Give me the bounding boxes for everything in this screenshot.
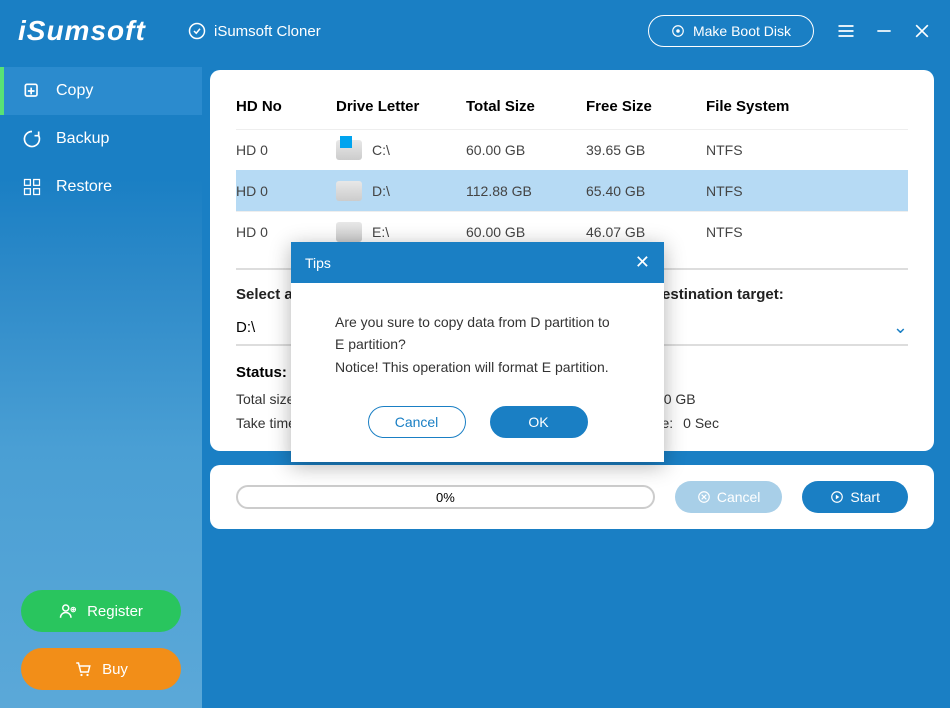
menu-icon[interactable] bbox=[836, 21, 856, 41]
remaining-value: 0 Sec bbox=[683, 415, 719, 431]
table-row[interactable]: HD 0D:\112.88 GB65.40 GBNTFS bbox=[236, 170, 908, 211]
register-label: Register bbox=[87, 603, 143, 620]
cancel-x-icon bbox=[697, 490, 711, 504]
cancel-label: Cancel bbox=[717, 489, 761, 505]
total-size-label: Total size: bbox=[236, 391, 298, 407]
sidebar-label: Restore bbox=[56, 178, 112, 196]
cell-drive: D:\ bbox=[336, 181, 466, 201]
start-label: Start bbox=[850, 489, 880, 505]
cell-hd: HD 0 bbox=[236, 183, 336, 199]
dialog-cancel-button[interactable]: Cancel bbox=[368, 406, 466, 438]
dialog-ok-button[interactable]: OK bbox=[490, 406, 588, 438]
cell-free: 65.40 GB bbox=[586, 183, 706, 199]
source-value: D:\ bbox=[236, 319, 255, 336]
col-hd: HD No bbox=[236, 98, 336, 115]
buy-label: Buy bbox=[102, 661, 128, 678]
col-fs: File System bbox=[706, 98, 806, 115]
cart-icon bbox=[74, 660, 92, 678]
cell-total: 112.88 GB bbox=[466, 183, 586, 199]
dialog-body: Are you sure to copy data from D partiti… bbox=[291, 283, 664, 396]
buy-button[interactable]: Buy bbox=[21, 648, 181, 690]
dialog-title: Tips bbox=[305, 255, 331, 271]
cell-total: 60.00 GB bbox=[466, 142, 586, 158]
dialog-close-icon[interactable]: ✕ bbox=[635, 252, 650, 273]
close-icon[interactable] bbox=[912, 21, 932, 41]
cell-free: 46.07 GB bbox=[586, 224, 706, 240]
play-icon bbox=[830, 490, 844, 504]
minimize-icon[interactable] bbox=[874, 21, 894, 41]
dialog-message-1: Are you sure to copy data from D partiti… bbox=[335, 311, 620, 356]
cell-drive: E:\ bbox=[336, 222, 466, 242]
cell-total: 60.00 GB bbox=[466, 224, 586, 240]
cell-fs: NTFS bbox=[706, 224, 806, 240]
footer-panel: 0% Cancel Start bbox=[210, 465, 934, 529]
dialog-header: Tips ✕ bbox=[291, 242, 664, 283]
cancel-button[interactable]: Cancel bbox=[675, 481, 783, 513]
sidebar-item-backup[interactable]: Backup bbox=[0, 115, 202, 163]
col-total: Total Size bbox=[466, 98, 586, 115]
disc-icon bbox=[671, 24, 685, 38]
boot-label: Make Boot Disk bbox=[693, 23, 791, 39]
backup-icon bbox=[22, 129, 42, 149]
table-header: HD No Drive Letter Total Size Free Size … bbox=[236, 90, 908, 129]
sidebar-item-restore[interactable]: Restore bbox=[0, 163, 202, 211]
logo: iSumsoft bbox=[18, 15, 188, 47]
copied-value: 0 GB bbox=[664, 391, 696, 407]
app-icon bbox=[188, 22, 206, 40]
progress-value: 0% bbox=[436, 490, 455, 505]
dialog-message-2: Notice! This operation will format E par… bbox=[335, 356, 620, 378]
start-button[interactable]: Start bbox=[802, 481, 908, 513]
user-icon bbox=[59, 602, 77, 620]
table-row[interactable]: HD 0C:\60.00 GB39.65 GBNTFS bbox=[236, 129, 908, 170]
dialog-footer: Cancel OK bbox=[291, 396, 664, 462]
cell-free: 39.65 GB bbox=[586, 142, 706, 158]
cell-drive: C:\ bbox=[336, 140, 466, 160]
col-free: Free Size bbox=[586, 98, 706, 115]
copy-icon bbox=[22, 81, 42, 101]
sidebar: Copy Backup Restore Register Buy bbox=[0, 62, 202, 708]
cell-fs: NTFS bbox=[706, 142, 806, 158]
make-boot-disk-button[interactable]: Make Boot Disk bbox=[648, 15, 814, 47]
sidebar-label: Copy bbox=[56, 82, 93, 100]
titlebar: iSumsoft iSumsoft Cloner Make Boot Disk bbox=[0, 0, 950, 62]
drive-icon bbox=[336, 222, 362, 242]
sidebar-item-copy[interactable]: Copy bbox=[0, 67, 202, 115]
cell-hd: HD 0 bbox=[236, 224, 336, 240]
tips-dialog: Tips ✕ Are you sure to copy data from D … bbox=[291, 242, 664, 462]
window-controls bbox=[836, 21, 932, 41]
restore-icon bbox=[22, 177, 42, 197]
sidebar-label: Backup bbox=[56, 130, 109, 148]
cell-hd: HD 0 bbox=[236, 142, 336, 158]
chevron-down-icon: ⌄ bbox=[893, 317, 908, 338]
col-drive: Drive Letter bbox=[336, 98, 466, 115]
cell-fs: NTFS bbox=[706, 183, 806, 199]
register-button[interactable]: Register bbox=[21, 590, 181, 632]
app-title: iSumsoft Cloner bbox=[214, 23, 648, 40]
drive-icon bbox=[336, 140, 362, 160]
drive-icon bbox=[336, 181, 362, 201]
progress-bar: 0% bbox=[236, 485, 655, 509]
